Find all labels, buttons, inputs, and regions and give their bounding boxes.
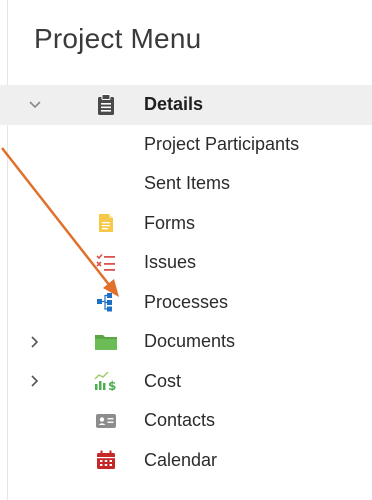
cost-chart-icon: $ xyxy=(92,362,120,402)
chevron-right-icon[interactable] xyxy=(26,362,44,402)
clipboard-icon xyxy=(92,85,120,125)
issues-list-icon xyxy=(92,243,120,283)
panel-title: Project Menu xyxy=(34,23,202,54)
menu-item-label: Issues xyxy=(144,252,197,273)
menu-item-label: Cost xyxy=(144,370,182,391)
menu-item-label: Documents xyxy=(144,331,236,352)
menu-item-label: Details xyxy=(144,94,204,115)
menu-item-label: Processes xyxy=(144,291,229,312)
chevron-right-icon[interactable] xyxy=(26,322,44,362)
processes-icon xyxy=(92,283,120,323)
menu-item-calendar[interactable]: Calendar xyxy=(0,441,372,481)
menu-item-contacts[interactable]: Contacts xyxy=(0,401,372,441)
contact-card-icon xyxy=(92,401,120,441)
menu-item-sent-items[interactable]: Sent Items xyxy=(0,164,372,204)
menu-item-label: Project Participants xyxy=(144,133,300,154)
project-menu-list: Details Project Participants Sent Items … xyxy=(0,85,372,480)
menu-item-forms[interactable]: Forms xyxy=(0,204,372,244)
menu-item-label: Contacts xyxy=(144,410,216,431)
menu-item-label: Sent Items xyxy=(144,173,231,194)
chevron-down-icon[interactable] xyxy=(26,85,44,125)
menu-item-cost[interactable]: $ Cost xyxy=(0,362,372,402)
menu-item-processes[interactable]: Processes xyxy=(0,283,372,323)
menu-item-documents[interactable]: Documents xyxy=(0,322,372,362)
calendar-icon xyxy=(92,441,120,481)
folder-icon xyxy=(92,322,120,362)
menu-item-details[interactable]: Details xyxy=(0,85,372,125)
svg-text:$: $ xyxy=(108,379,116,391)
project-menu-panel: Project Menu Details Project Participant… xyxy=(0,0,372,500)
menu-item-issues[interactable]: Issues xyxy=(0,243,372,283)
forms-icon xyxy=(92,204,120,244)
menu-item-label: Calendar xyxy=(144,449,218,470)
menu-item-label: Forms xyxy=(144,212,195,233)
menu-item-project-participants[interactable]: Project Participants xyxy=(0,125,372,165)
